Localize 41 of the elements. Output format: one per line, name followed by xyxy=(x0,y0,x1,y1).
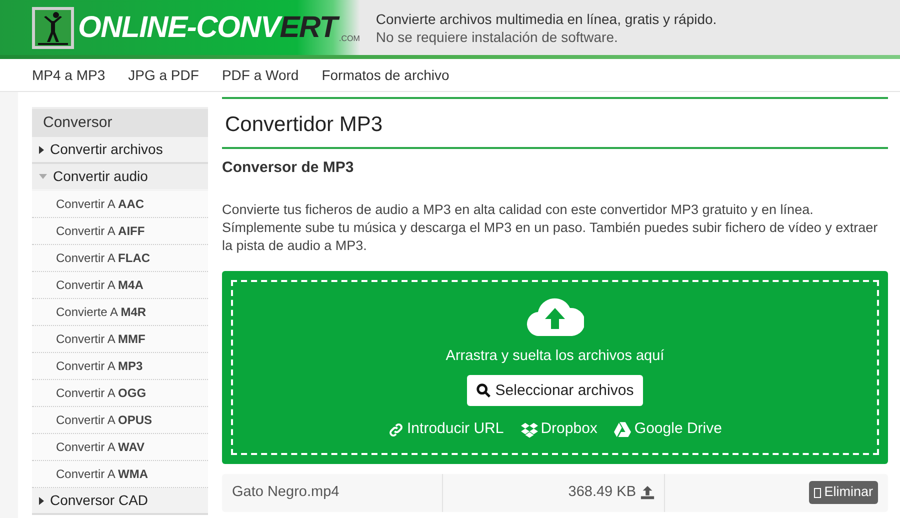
sidebar-category[interactable]: Convertir audio xyxy=(32,164,208,191)
sidebar-item[interactable]: Convierte A M4R xyxy=(32,299,208,326)
sidebar-item[interactable]: Convertir A FLAC xyxy=(32,245,208,272)
sidebar-item[interactable]: Convertir A OPUS xyxy=(32,407,208,434)
dropbox-icon xyxy=(520,422,538,438)
sidebar-category[interactable]: Conversor CAD xyxy=(32,488,208,515)
sidebar-item[interactable]: Convertir A WMA xyxy=(32,461,208,488)
sidebar-item[interactable]: Convertir A MP3 xyxy=(32,353,208,380)
file-size: 368.49 KB xyxy=(568,482,636,502)
page-subtitle: Conversor de MP3 xyxy=(222,158,355,178)
search-icon xyxy=(476,383,492,398)
sidebar-item[interactable]: Convertir A OGG xyxy=(32,380,208,407)
drop-hint: Arrastra y suelta los archivos aquí xyxy=(446,346,664,366)
nav-link[interactable]: Formatos de archivo xyxy=(322,64,450,86)
logo-suffix: .COM xyxy=(338,34,360,42)
caret-down-icon xyxy=(39,174,47,179)
drive-icon xyxy=(614,422,632,437)
sidebar-item[interactable]: Convertir A AIFF xyxy=(32,218,208,245)
caret-right-icon xyxy=(39,496,44,504)
nav-link[interactable]: MP4 a MP3 xyxy=(32,64,106,86)
file-name: Gato Negro.mp4 xyxy=(222,474,443,512)
sidebar-category[interactable]: Convertir archivos xyxy=(32,137,208,164)
nav-link[interactable]: JPG a PDF xyxy=(128,64,199,86)
tagline: Convierte archivos multimedia en línea, gratis y rápido. xyxy=(376,10,717,28)
page-title: Convertidor MP3 xyxy=(222,99,888,149)
delete-button[interactable]: Eliminar xyxy=(809,481,878,504)
link-icon xyxy=(388,422,404,438)
caret-right-icon xyxy=(39,146,44,154)
tagline: No se requiere instalación de software. xyxy=(376,28,619,46)
sidebar-item[interactable]: Convertir A M4A xyxy=(32,272,208,299)
description: Convierte tus ficheros de audio a MP3 en alta calidad con este convertidor MP3 gratuito y en línea. Símplemente sube tu música y descarga el MP3 en un paso. También puedes subir fichero de vídeo y extraer la pista de audio a MP3. xyxy=(222,200,879,254)
trash-icon xyxy=(814,488,822,498)
upload-icon xyxy=(640,485,655,500)
sidebar-title: Conversor xyxy=(32,107,208,137)
dropzone[interactable]: Arrastra y suelta los archivos aquí Seleccionar archivos Introducir URL Dropbox Google Drive xyxy=(222,270,888,464)
sidebar-item[interactable]: Convertir A WAV xyxy=(32,434,208,461)
sidebar-item[interactable]: Convertir A MMF xyxy=(32,326,208,353)
nav-link[interactable]: PDF a Word xyxy=(222,64,299,86)
select-files-button[interactable]: Seleccionar archivos xyxy=(467,375,643,406)
sidebar-item[interactable]: Convertir A AAC xyxy=(32,191,208,218)
logo-icon[interactable] xyxy=(32,6,74,48)
